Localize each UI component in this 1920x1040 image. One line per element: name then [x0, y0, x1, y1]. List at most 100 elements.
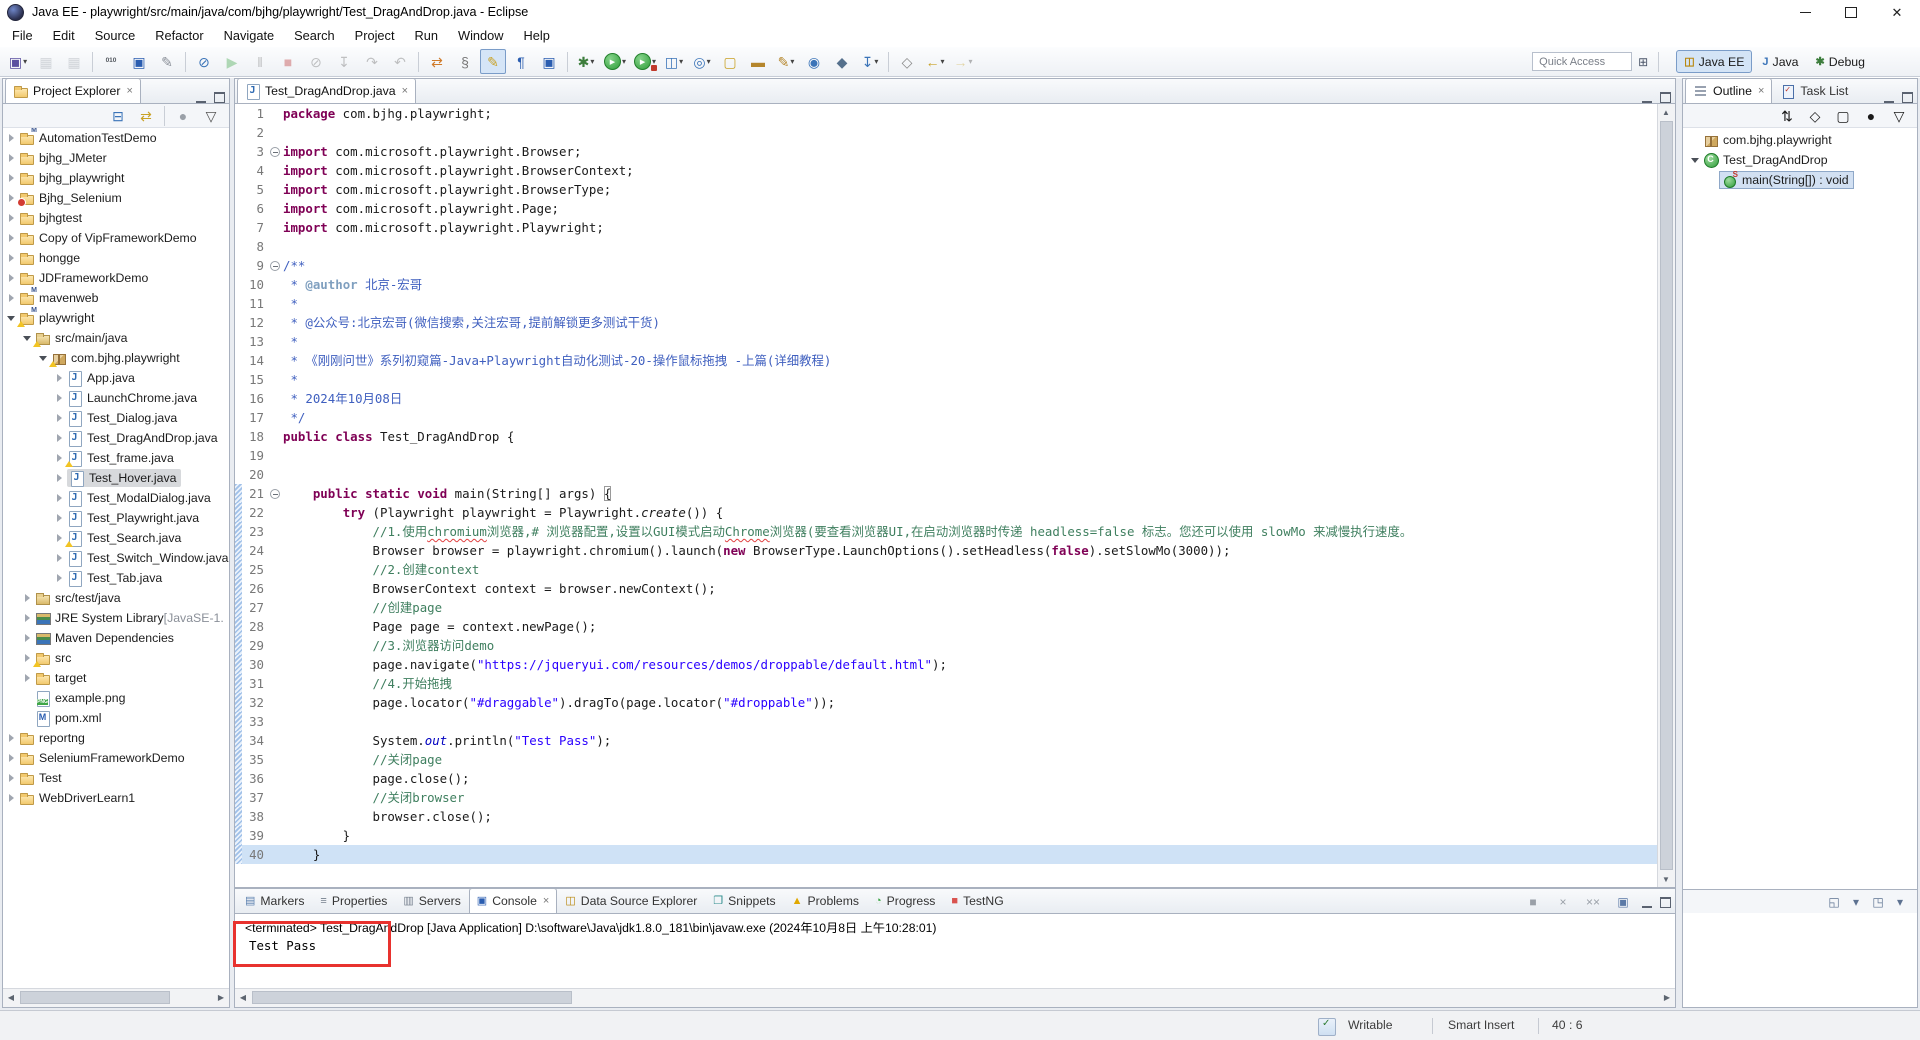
- expand-arrow-icon[interactable]: [55, 534, 64, 543]
- quick-access-input[interactable]: Quick Access: [1532, 52, 1632, 71]
- code-line[interactable]: 10 * @author 北京-宏哥: [235, 275, 1658, 294]
- expand-arrow-icon[interactable]: [55, 574, 64, 583]
- tree-item[interactable]: example.png: [3, 688, 229, 708]
- code-line[interactable]: 25 //2.创建context: [235, 560, 1658, 579]
- minimize-panel-icon[interactable]: [196, 92, 206, 103]
- code-line[interactable]: 16 * 2024年10月08日: [235, 389, 1658, 408]
- expand-arrow-icon[interactable]: [55, 474, 64, 483]
- code-line[interactable]: 40 }: [235, 845, 1658, 864]
- run-button[interactable]: ▶▾: [601, 49, 629, 74]
- code-line[interactable]: 13 *: [235, 332, 1658, 351]
- step-over-button[interactable]: ↷: [359, 49, 385, 74]
- expand-arrow-icon[interactable]: [7, 194, 16, 203]
- debug-button[interactable]: ✱▾: [573, 49, 599, 74]
- scrollbar-thumb[interactable]: [20, 991, 170, 1004]
- maximize-panel-icon[interactable]: [1902, 92, 1913, 103]
- scroll-left-icon[interactable]: ◀: [3, 989, 19, 1005]
- expand-arrow-icon[interactable]: [7, 174, 16, 183]
- tab-markers[interactable]: ▤Markers: [237, 888, 312, 913]
- scroll-right-icon[interactable]: ▶: [1659, 989, 1675, 1005]
- clear-console-button[interactable]: ▣: [1612, 891, 1634, 913]
- close-icon[interactable]: ×: [402, 85, 408, 97]
- suspend-button[interactable]: ‖: [247, 49, 273, 74]
- expand-arrow-icon[interactable]: [55, 554, 64, 563]
- perspective-java[interactable]: JJava: [1755, 51, 1805, 72]
- console-view-button[interactable]: ▣: [126, 49, 152, 74]
- minimize-panel-icon[interactable]: [1642, 897, 1652, 908]
- code-line[interactable]: 28 Page page = context.newPage();: [235, 617, 1658, 636]
- tree-item[interactable]: JDFrameworkDemo: [3, 268, 229, 288]
- outline-item[interactable]: main(String[]) : void: [1683, 170, 1917, 190]
- tab-snippets[interactable]: ❐Snippets: [705, 888, 783, 913]
- tab-progress[interactable]: ◔Progress: [867, 888, 943, 913]
- tab-test-draganddrop-java[interactable]: Test_DragAndDrop.java ×: [237, 78, 416, 103]
- tree-item[interactable]: Test_frame.java: [3, 448, 229, 468]
- focus-task-button[interactable]: ●: [170, 103, 196, 128]
- tree-item[interactable]: Test_Playwright.java: [3, 508, 229, 528]
- expand-arrow-icon[interactable]: [55, 514, 64, 523]
- tree-item[interactable]: LaunchChrome.java: [3, 388, 229, 408]
- code-line[interactable]: 19: [235, 446, 1658, 465]
- tree-item[interactable]: Test_Tab.java: [3, 568, 229, 588]
- expand-arrow-icon[interactable]: [7, 794, 16, 803]
- mark-occurrences-button[interactable]: ✎: [480, 49, 506, 74]
- editor-vscrollbar[interactable]: ▲ ▼: [1657, 104, 1675, 887]
- expand-arrow-icon[interactable]: [55, 414, 64, 423]
- scrollbar-thumb[interactable]: [1660, 121, 1673, 870]
- next-annotation-button[interactable]: ⇄: [424, 49, 450, 74]
- collapse-all-button[interactable]: ⊟: [105, 103, 131, 128]
- outline-item[interactable]: Test_DragAndDrop: [1683, 150, 1917, 170]
- minimize-panel-icon[interactable]: [1884, 92, 1894, 103]
- disconnect-button[interactable]: ⊘: [303, 49, 329, 74]
- tree-item[interactable]: Copy of VipFrameworkDemo: [3, 228, 229, 248]
- web-browser-button[interactable]: ◉: [801, 49, 827, 74]
- code-line[interactable]: 4import com.microsoft.playwright.Browser…: [235, 161, 1658, 180]
- tree-item[interactable]: Test: [3, 768, 229, 788]
- expand-arrow-icon[interactable]: [23, 334, 32, 343]
- code-line[interactable]: 32 page.locator("#draggable").dragTo(pag…: [235, 693, 1658, 712]
- code-line[interactable]: 6import com.microsoft.playwright.Page;: [235, 199, 1658, 218]
- pin-editor-button[interactable]: ◇: [894, 49, 920, 74]
- coverage-button[interactable]: ▶▾: [631, 49, 659, 74]
- expand-arrow-icon[interactable]: [7, 214, 16, 223]
- close-icon[interactable]: ×: [543, 895, 549, 907]
- tree-item[interactable]: reportng: [3, 728, 229, 748]
- briefcase-button[interactable]: ▬: [745, 49, 771, 74]
- show-whitespace-button[interactable]: ¶: [508, 49, 534, 74]
- step-into-button[interactable]: ↧: [331, 49, 357, 74]
- hide-static-members-button[interactable]: ▢: [1830, 103, 1856, 128]
- code-line[interactable]: 20: [235, 465, 1658, 484]
- tree-item[interactable]: src: [3, 648, 229, 668]
- tree-item[interactable]: target: [3, 668, 229, 688]
- code-line[interactable]: 3import com.microsoft.playwright.Browser…: [235, 142, 1658, 161]
- maximize-panel-icon[interactable]: [1660, 92, 1671, 103]
- tab-testng[interactable]: ■TestNG: [943, 888, 1011, 913]
- menu-window[interactable]: Window: [448, 28, 514, 43]
- tab-data-source-explorer[interactable]: ◫Data Source Explorer: [557, 888, 705, 913]
- close-icon[interactable]: ×: [126, 85, 132, 97]
- tree-item[interactable]: com.bjhg.playwright: [3, 348, 229, 368]
- skip-breakpoints-button[interactable]: ⊘: [191, 49, 217, 74]
- last-edit-location-button[interactable]: §: [452, 49, 478, 74]
- resume-button[interactable]: ▶: [219, 49, 245, 74]
- expand-arrow-icon[interactable]: [7, 154, 16, 163]
- fold-marker-icon[interactable]: [269, 484, 283, 503]
- expand-arrow-icon[interactable]: [23, 614, 32, 623]
- expand-arrow-icon[interactable]: [55, 454, 64, 463]
- tree-item[interactable]: Mplaywright: [3, 308, 229, 328]
- tree-item[interactable]: src/test/java: [3, 588, 229, 608]
- tree-item[interactable]: Test_Dialog.java: [3, 408, 229, 428]
- expand-arrow-icon[interactable]: [23, 654, 32, 663]
- expand-arrow-icon[interactable]: [55, 434, 64, 443]
- code-line[interactable]: 33: [235, 712, 1658, 731]
- save-all-button[interactable]: ▦: [61, 49, 87, 74]
- code-line[interactable]: 17 */: [235, 408, 1658, 427]
- code-line[interactable]: 15 *: [235, 370, 1658, 389]
- tree-item[interactable]: Test_ModalDialog.java: [3, 488, 229, 508]
- tab-properties[interactable]: ≡Properties: [312, 888, 395, 913]
- menu-source[interactable]: Source: [85, 28, 146, 43]
- open-type-button[interactable]: ▣: [536, 49, 562, 74]
- terminate-button[interactable]: ■: [275, 49, 301, 74]
- tree-item[interactable]: pom.xml: [3, 708, 229, 728]
- tree-item[interactable]: Bjhg_Selenium: [3, 188, 229, 208]
